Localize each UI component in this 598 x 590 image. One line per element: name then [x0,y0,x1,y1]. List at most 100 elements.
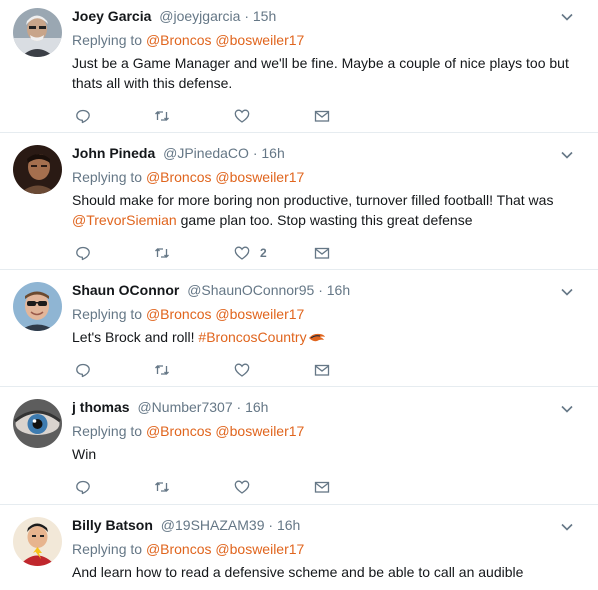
chevron-down-icon[interactable] [560,148,574,162]
display-name[interactable]: John Pineda [72,145,155,161]
mention-link[interactable]: @Broncos [146,306,212,322]
message-button[interactable] [314,478,330,496]
like-button[interactable] [234,107,260,125]
retweet-button[interactable] [154,107,170,125]
message-button[interactable] [314,361,330,379]
tweet-header: Shaun OConnor @ShaunOConnor95 · 16h [72,281,350,299]
retweet-button[interactable] [154,361,170,379]
like-button[interactable]: 2 [234,244,267,262]
avatar[interactable] [13,282,62,331]
chevron-down-icon[interactable] [560,285,574,299]
avatar[interactable] [13,8,62,57]
tweet-text: And learn how to read a defensive scheme… [72,564,524,580]
timestamp[interactable]: 15h [253,8,276,24]
display-name[interactable]: Shaun OConnor [72,282,179,298]
like-button[interactable] [234,478,260,496]
replying-label: Replying to [72,169,143,185]
display-name[interactable]: j thomas [72,399,130,415]
message-button[interactable] [314,107,330,125]
heart-icon [234,480,250,494]
envelope-icon [314,110,330,122]
replying-label: Replying to [72,32,143,48]
reply-button[interactable] [75,244,91,262]
tweet-item[interactable]: John Pineda @JPinedaCO · 16h Replying to… [0,133,598,270]
heart-icon [234,109,250,123]
replying-to: Replying to @Broncos @bosweiler17 [72,168,304,186]
heart-icon [234,363,250,377]
retweet-icon [155,482,169,492]
tweet-text: Just be a Game Manager and we'll be fine… [72,55,569,91]
display-name[interactable]: Billy Batson [72,517,153,533]
separator: · [244,8,249,24]
mention-link[interactable]: @Broncos [146,541,212,557]
reply-button[interactable] [75,478,91,496]
mention-link[interactable]: @bosweiler17 [215,32,304,48]
replying-label: Replying to [72,541,143,557]
tweet-item[interactable]: Shaun OConnor @ShaunOConnor95 · 16h Repl… [0,270,598,387]
tweet-text: Win [72,446,97,462]
replying-to: Replying to @Broncos @bosweiler17 [72,31,304,49]
mention-link[interactable]: @Broncos [146,423,212,439]
timestamp[interactable]: 16h [277,517,300,533]
envelope-icon [314,481,330,493]
mention-link[interactable]: @bosweiler17 [215,169,304,185]
like-count: 2 [260,246,267,260]
chevron-down-icon[interactable] [560,10,574,24]
separator: · [252,145,258,161]
retweet-icon [155,111,169,121]
display-name[interactable]: Joey Garcia [72,8,151,24]
tweet-text: Should make for more boring non producti… [72,190,587,230]
reply-icon [76,363,90,378]
avatar[interactable] [13,145,62,194]
tweet-text: Let's Brock and roll! #BroncosCountry [72,327,587,347]
avatar[interactable] [13,517,62,566]
hashtag-link[interactable]: #BroncosCountry [198,329,306,345]
tweet-actions [75,107,335,125]
replying-to: Replying to @Broncos @bosweiler17 [72,305,304,323]
user-handle[interactable]: @ShaunOConnor95 [187,282,314,298]
retweet-icon [155,248,169,258]
tweet-header: John Pineda @JPinedaCO · 16h [72,144,285,162]
tweet-text-part: game plan too. Stop wasting this great d… [180,212,473,228]
retweet-button[interactable] [154,478,170,496]
retweet-icon [155,365,169,375]
tweet-header: j thomas @Number7307 · 16h [72,398,268,416]
reply-icon [76,480,90,495]
user-handle[interactable]: @19SHAZAM39 [161,517,265,533]
user-handle[interactable]: @Number7307 [137,399,232,415]
tweet-item[interactable]: Joey Garcia @joeyjgarcia · 15h Replying … [0,0,598,133]
reply-icon [76,109,90,124]
mention-link[interactable]: @Broncos [146,32,212,48]
replying-label: Replying to [72,306,143,322]
timestamp[interactable]: 16h [245,399,268,415]
reply-icon [76,246,90,261]
like-button[interactable] [234,361,260,379]
mention-link[interactable]: @bosweiler17 [215,306,304,322]
separator: · [268,517,274,533]
mention-link[interactable]: @Broncos [146,169,212,185]
message-button[interactable] [314,244,330,262]
separator: · [236,399,242,415]
envelope-icon [314,364,330,376]
separator: · [318,282,323,298]
chevron-down-icon[interactable] [560,520,574,534]
mention-link[interactable]: @bosweiler17 [215,423,304,439]
retweet-button[interactable] [154,244,170,262]
avatar[interactable] [13,399,62,448]
timestamp[interactable]: 16h [327,282,350,298]
tweet-header: Joey Garcia @joeyjgarcia · 15h [72,7,276,25]
tweet-item[interactable]: j thomas @Number7307 · 16h Replying to @… [0,387,598,505]
chevron-down-icon[interactable] [560,402,574,416]
tweet-item[interactable]: Billy Batson @19SHAZAM39 · 16h Replying … [0,505,598,590]
mention-link[interactable]: @bosweiler17 [215,541,304,557]
user-handle[interactable]: @JPinedaCO [163,145,249,161]
timestamp[interactable]: 16h [261,145,284,161]
tweet-actions [75,361,335,379]
reply-feed: Joey Garcia @joeyjgarcia · 15h Replying … [0,0,598,590]
reply-button[interactable] [75,361,91,379]
envelope-icon [314,247,330,259]
tweet-text-part: Should make for more boring non producti… [72,192,554,208]
reply-button[interactable] [75,107,91,125]
mention-link[interactable]: @TrevorSiemian [72,212,177,228]
user-handle[interactable]: @joeyjgarcia [159,8,240,24]
